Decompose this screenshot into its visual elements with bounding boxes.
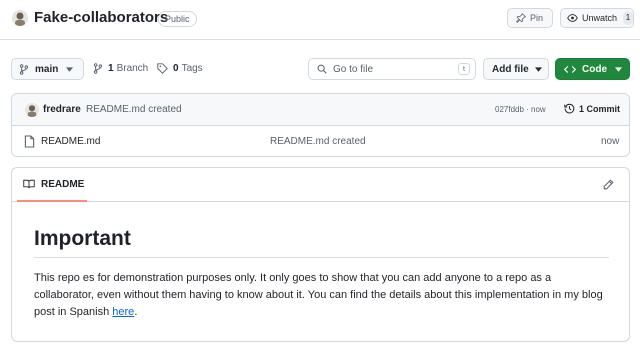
commit-message[interactable]: README.md created bbox=[86, 104, 182, 115]
code-button[interactable]: Code bbox=[555, 58, 630, 80]
add-file-button[interactable]: Add file bbox=[483, 58, 549, 80]
readme-tabbar: README bbox=[12, 168, 629, 202]
code-label: Code bbox=[582, 63, 607, 75]
shortcut-key: t bbox=[458, 63, 470, 75]
pencil-icon[interactable] bbox=[603, 179, 614, 190]
file-browser: fredrare README.md created 027fddb · now… bbox=[11, 93, 630, 157]
tags-link[interactable]: 0 Tags bbox=[157, 63, 203, 74]
branch-count: 1 bbox=[108, 63, 114, 74]
commit-author[interactable]: fredrare bbox=[43, 104, 81, 115]
tag-count: 0 bbox=[173, 63, 179, 74]
chevron-down-icon bbox=[615, 64, 622, 75]
avatar[interactable] bbox=[12, 10, 28, 26]
blog-post-link[interactable]: here bbox=[112, 306, 134, 318]
go-to-file-input[interactable]: Go to file t bbox=[308, 58, 476, 80]
search-icon bbox=[317, 64, 327, 74]
branch-selector[interactable]: main bbox=[11, 58, 84, 80]
watch-count: 1 bbox=[623, 11, 633, 25]
readme-paragraph: This repo es for demonstration purposes … bbox=[34, 270, 612, 321]
commit-history-link[interactable]: 1 Commit bbox=[564, 103, 620, 114]
commit-hash[interactable]: 027fddb · now bbox=[495, 105, 546, 114]
pin-button[interactable]: Pin bbox=[507, 8, 553, 28]
readme-panel: README Important This repo es for demons… bbox=[11, 167, 630, 342]
repo-title[interactable]: Fake-collaborators bbox=[34, 9, 168, 26]
eye-icon bbox=[567, 13, 578, 23]
avatar[interactable] bbox=[25, 103, 39, 117]
repo-header: Fake-collaborators Public Pin Unwatch 1 bbox=[0, 0, 640, 40]
visibility-badge: Public bbox=[158, 11, 197, 27]
add-file-label: Add file bbox=[492, 63, 529, 75]
readme-trailing: . bbox=[134, 306, 138, 318]
file-row[interactable]: README.md README.md created now bbox=[12, 127, 629, 156]
tag-icon bbox=[157, 63, 168, 74]
git-branch-icon bbox=[19, 63, 29, 75]
file-age: now bbox=[601, 136, 620, 147]
pin-label: Pin bbox=[530, 13, 544, 23]
branch-label: main bbox=[35, 63, 59, 75]
branches-link[interactable]: 1 Branch bbox=[93, 63, 148, 74]
watch-label: Unwatch bbox=[582, 13, 618, 23]
watch-button[interactable]: Unwatch 1 bbox=[560, 8, 634, 28]
tag-word: Tags bbox=[181, 63, 203, 74]
readme-heading: Important bbox=[34, 227, 609, 258]
book-icon bbox=[23, 179, 35, 189]
file-name[interactable]: README.md bbox=[41, 136, 100, 147]
git-branch-icon bbox=[93, 63, 103, 74]
file-icon bbox=[24, 135, 35, 148]
latest-commit-bar: fredrare README.md created 027fddb · now… bbox=[12, 94, 629, 126]
chevron-down-icon bbox=[534, 64, 542, 75]
commit-count: 1 Commit bbox=[579, 103, 621, 114]
tab-readme[interactable]: README bbox=[17, 168, 87, 202]
pin-icon bbox=[516, 13, 526, 23]
chevron-down-icon bbox=[66, 64, 74, 75]
branch-word: Branch bbox=[116, 63, 149, 74]
file-commit-message[interactable]: README.md created bbox=[270, 136, 366, 147]
readme-tab-label: README bbox=[41, 178, 85, 190]
history-icon bbox=[564, 103, 575, 114]
code-icon bbox=[564, 65, 576, 74]
go-to-file-placeholder: Go to file bbox=[333, 63, 374, 75]
